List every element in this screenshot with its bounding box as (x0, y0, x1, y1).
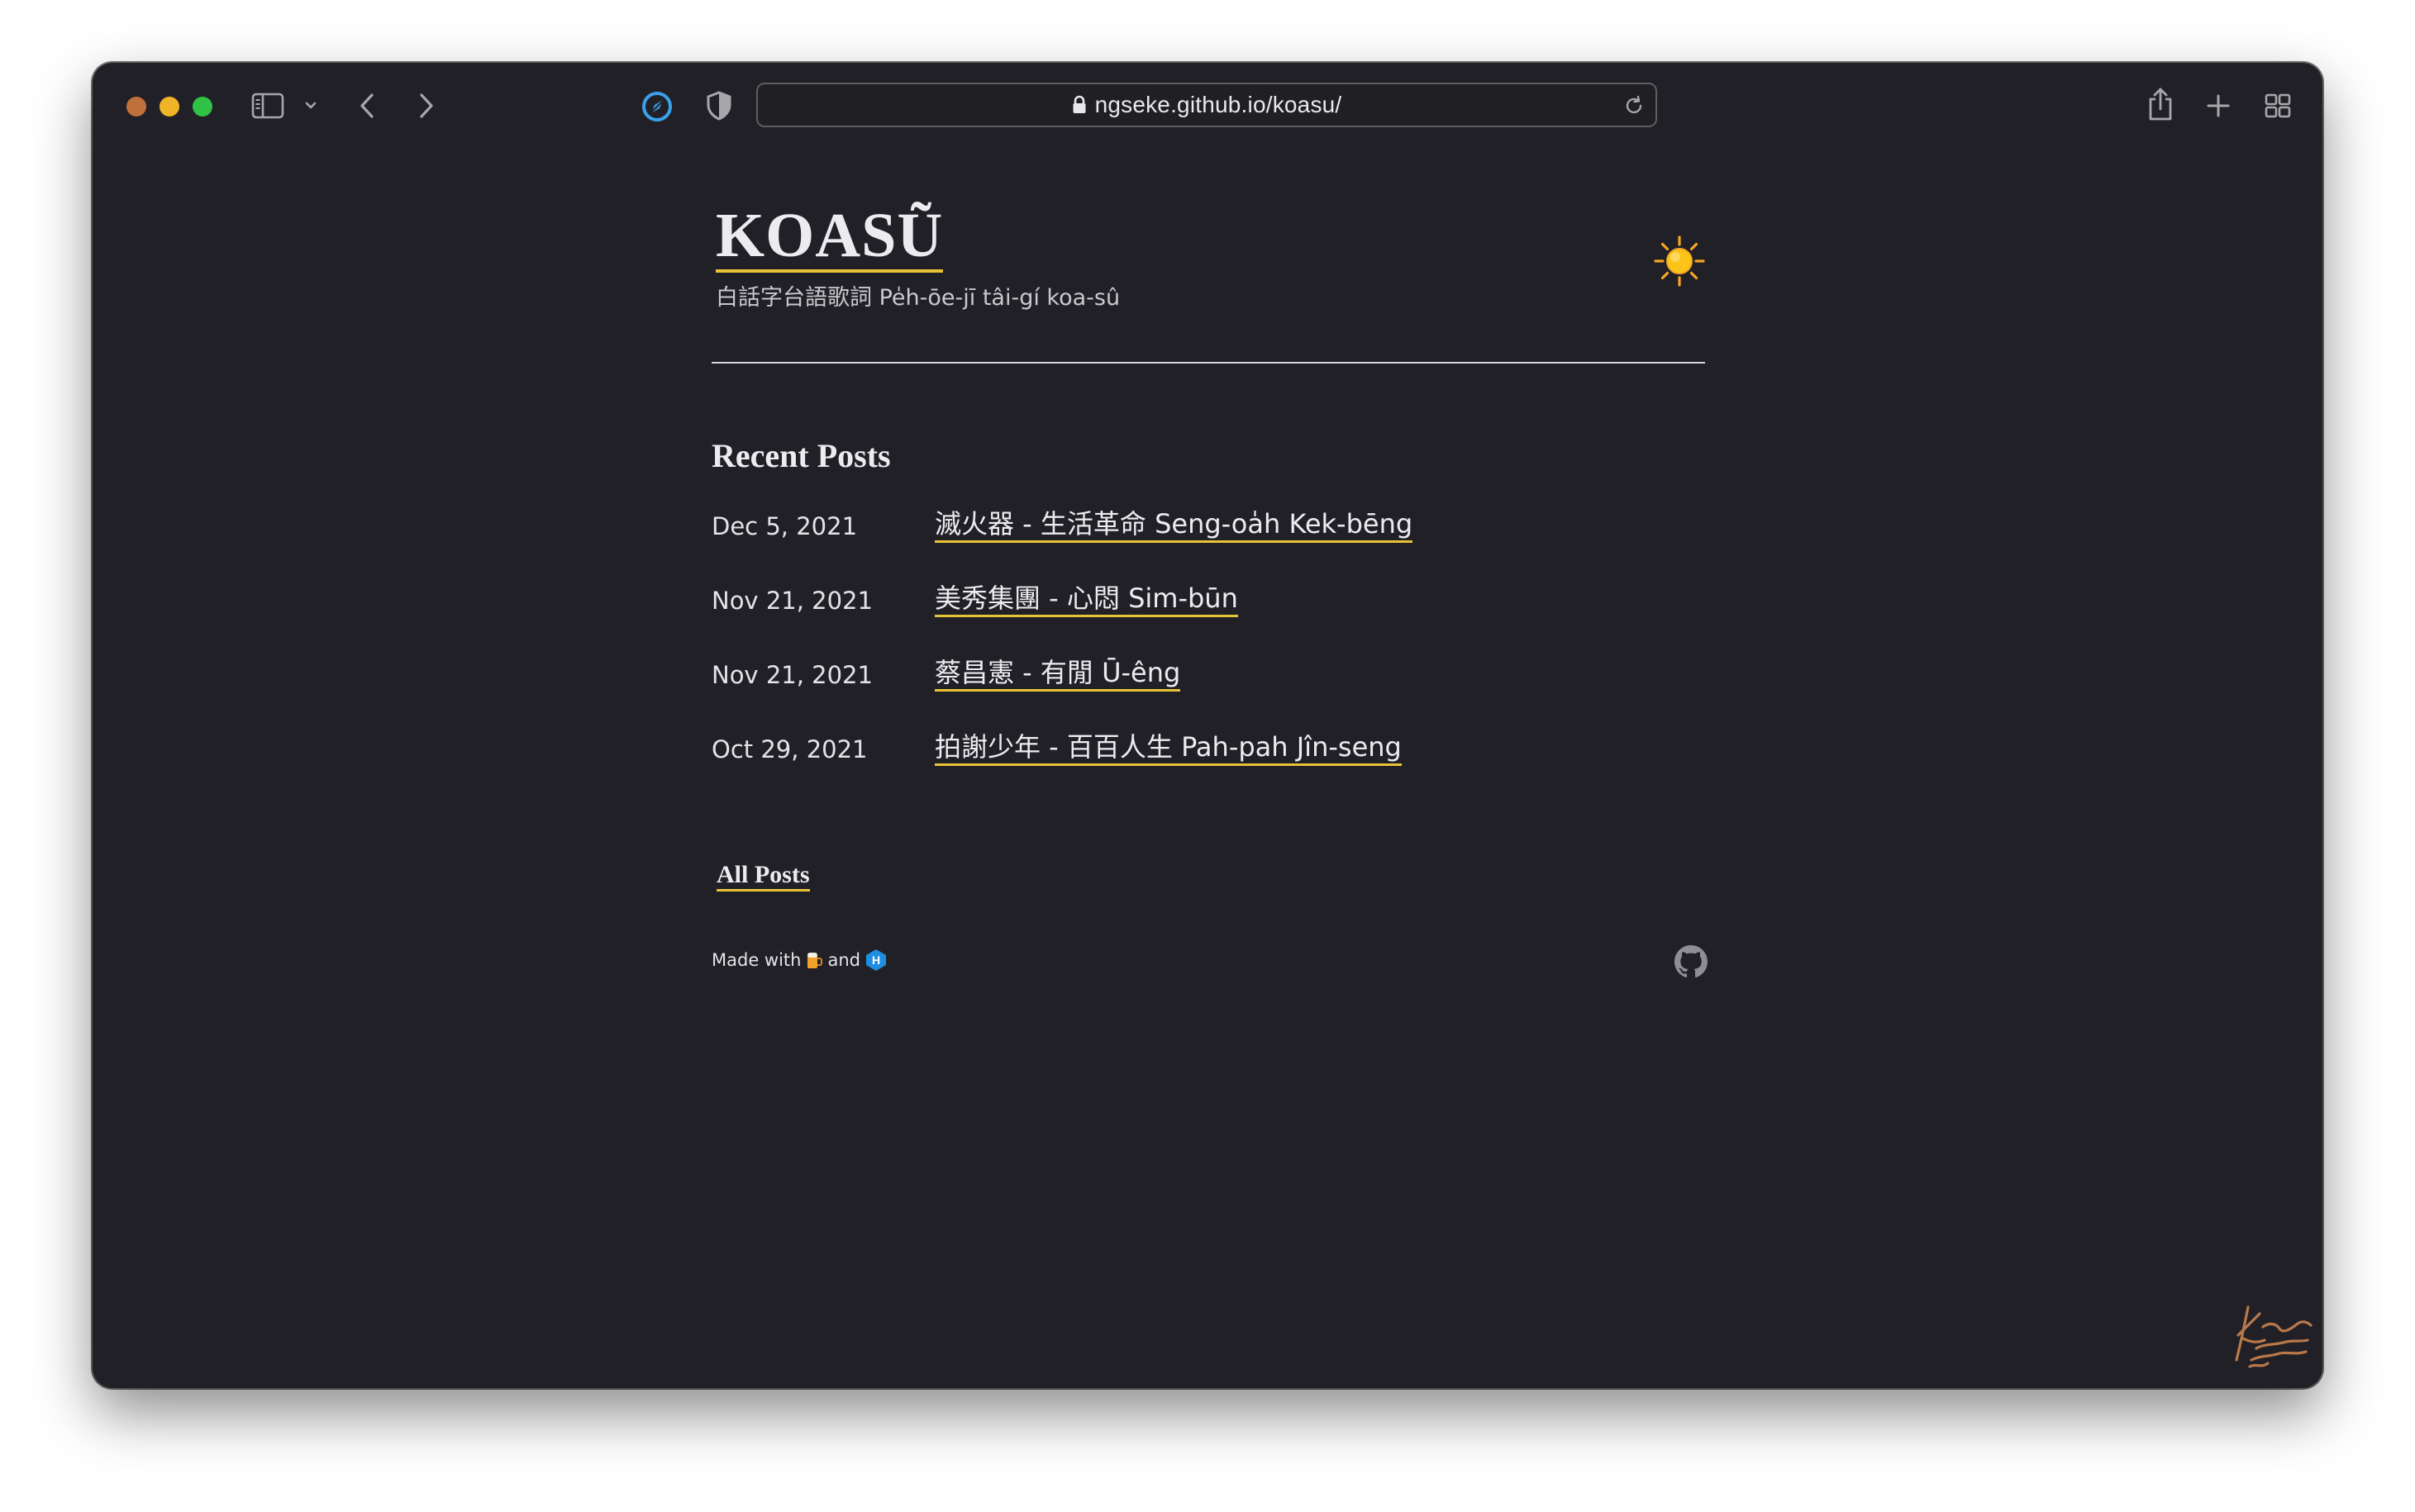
post-link[interactable]: 蔡昌憲 - 有閒 Ū-êng (935, 656, 1181, 692)
post-link[interactable]: 拍謝少年 - 百百人生 Pah-pah Jîn-seng (935, 730, 1402, 766)
minimize-window-button[interactable] (160, 97, 179, 116)
beer-icon (806, 950, 823, 970)
browser-window: ngseke.github.io/koasu/ KOASŨ 白話字台語歌詞 Pe… (93, 63, 2322, 1388)
recent-posts-heading: Recent Posts (712, 437, 891, 474)
made-with-text: Made with (712, 950, 802, 970)
and-text: and (827, 950, 860, 970)
tab-overview-icon[interactable] (2261, 89, 2294, 122)
reload-icon[interactable] (1622, 94, 1646, 117)
all-posts-link[interactable]: All Posts (717, 861, 810, 892)
compass-icon[interactable] (640, 89, 674, 124)
signature-logo (2232, 1302, 2314, 1373)
forward-icon[interactable] (410, 89, 443, 122)
browser-toolbar: ngseke.github.io/koasu/ (93, 63, 2322, 149)
post-link[interactable]: 美秀集團 - 心悶 Sim-būn (935, 582, 1238, 617)
site-subtitle: 白話字台語歌詞 Pe̍h-ōe-jī tâi-gí koa-sû (716, 285, 1121, 311)
post-row: Oct 29, 2021 拍謝少年 - 百百人生 Pah-pah Jîn-sen… (712, 730, 1705, 772)
sun-icon[interactable] (1653, 235, 1706, 288)
svg-text:H: H (872, 953, 880, 967)
post-row: Dec 5, 2021 滅火器 - 生活革命 Seng-oa̍h Kek-bēn… (712, 507, 1705, 549)
url-text: ngseke.github.io/koasu/ (1094, 92, 1342, 117)
post-date: Nov 21, 2021 (712, 661, 873, 689)
github-icon[interactable] (1674, 945, 1708, 978)
chevron-down-icon[interactable] (301, 96, 321, 116)
zoom-window-button[interactable] (193, 97, 212, 116)
footer-credit: Made with and H (712, 949, 887, 972)
back-icon[interactable] (350, 89, 383, 122)
post-date: Oct 29, 2021 (712, 735, 868, 763)
lock-icon (1072, 95, 1087, 115)
sidebar-icon[interactable] (250, 88, 286, 124)
header-divider (712, 362, 1705, 364)
hugo-icon[interactable]: H (865, 949, 887, 972)
post-date: Nov 21, 2021 (712, 587, 873, 615)
close-window-button[interactable] (126, 97, 146, 116)
new-tab-icon[interactable] (2202, 89, 2235, 122)
post-row: Nov 21, 2021 蔡昌憲 - 有閒 Ū-êng (712, 656, 1705, 697)
address-bar[interactable]: ngseke.github.io/koasu/ (756, 83, 1657, 127)
post-date: Dec 5, 2021 (712, 512, 858, 540)
post-row: Nov 21, 2021 美秀集團 - 心悶 Sim-būn (712, 582, 1705, 623)
share-icon[interactable] (2142, 84, 2179, 124)
site-title-link[interactable]: KOASŨ (716, 202, 944, 273)
shield-icon[interactable] (703, 89, 736, 122)
post-link[interactable]: 滅火器 - 生活革命 Seng-oa̍h Kek-bēng (935, 507, 1413, 543)
